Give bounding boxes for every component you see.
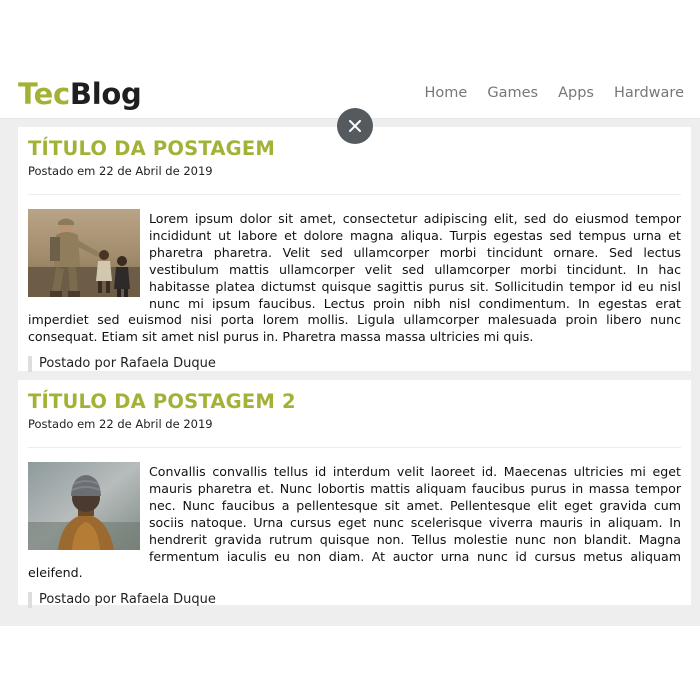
logo-tec: Tec <box>18 77 70 111</box>
site-header: TecBlog Home Games Apps Hardware <box>0 0 700 119</box>
post-author: Postado por Rafaela Duque <box>28 356 681 373</box>
post-divider <box>28 447 681 448</box>
nav-apps[interactable]: Apps <box>558 84 594 102</box>
post-date: Postado em 22 de Abril de 2019 <box>28 417 213 431</box>
main-nav: Home Games Apps Hardware <box>425 84 684 102</box>
nav-hardware[interactable]: Hardware <box>614 84 684 102</box>
person-beanie-photo <box>28 462 140 550</box>
close-icon <box>349 120 361 132</box>
soldier-child-photo <box>28 209 140 297</box>
logo-blog: Blog <box>69 77 142 111</box>
post-title[interactable]: TÍTULO DA POSTAGEM 2 <box>28 380 681 414</box>
post-image-person-beanie[interactable] <box>28 462 140 550</box>
post-date: Postado em 22 de Abril de 2019 <box>28 164 213 178</box>
site-logo[interactable]: TecBlog <box>18 76 142 112</box>
post-image-soldier-child[interactable] <box>28 209 140 297</box>
post-divider <box>28 194 681 195</box>
post-body: Lorem ipsum dolor sit amet, consectetur … <box>28 209 681 346</box>
blog-post: TÍTULO DA POSTAGEM Postado em 22 de Abri… <box>18 127 691 373</box>
post-body: Convallis convallis tellus id interdum v… <box>28 462 681 582</box>
blog-post: TÍTULO DA POSTAGEM 2 Postado em 22 de Ab… <box>18 380 691 609</box>
nav-home[interactable]: Home <box>425 84 468 102</box>
post-author: Postado por Rafaela Duque <box>28 592 681 609</box>
close-button[interactable] <box>337 108 373 144</box>
nav-games[interactable]: Games <box>487 84 538 102</box>
page-footer-space <box>0 626 700 700</box>
